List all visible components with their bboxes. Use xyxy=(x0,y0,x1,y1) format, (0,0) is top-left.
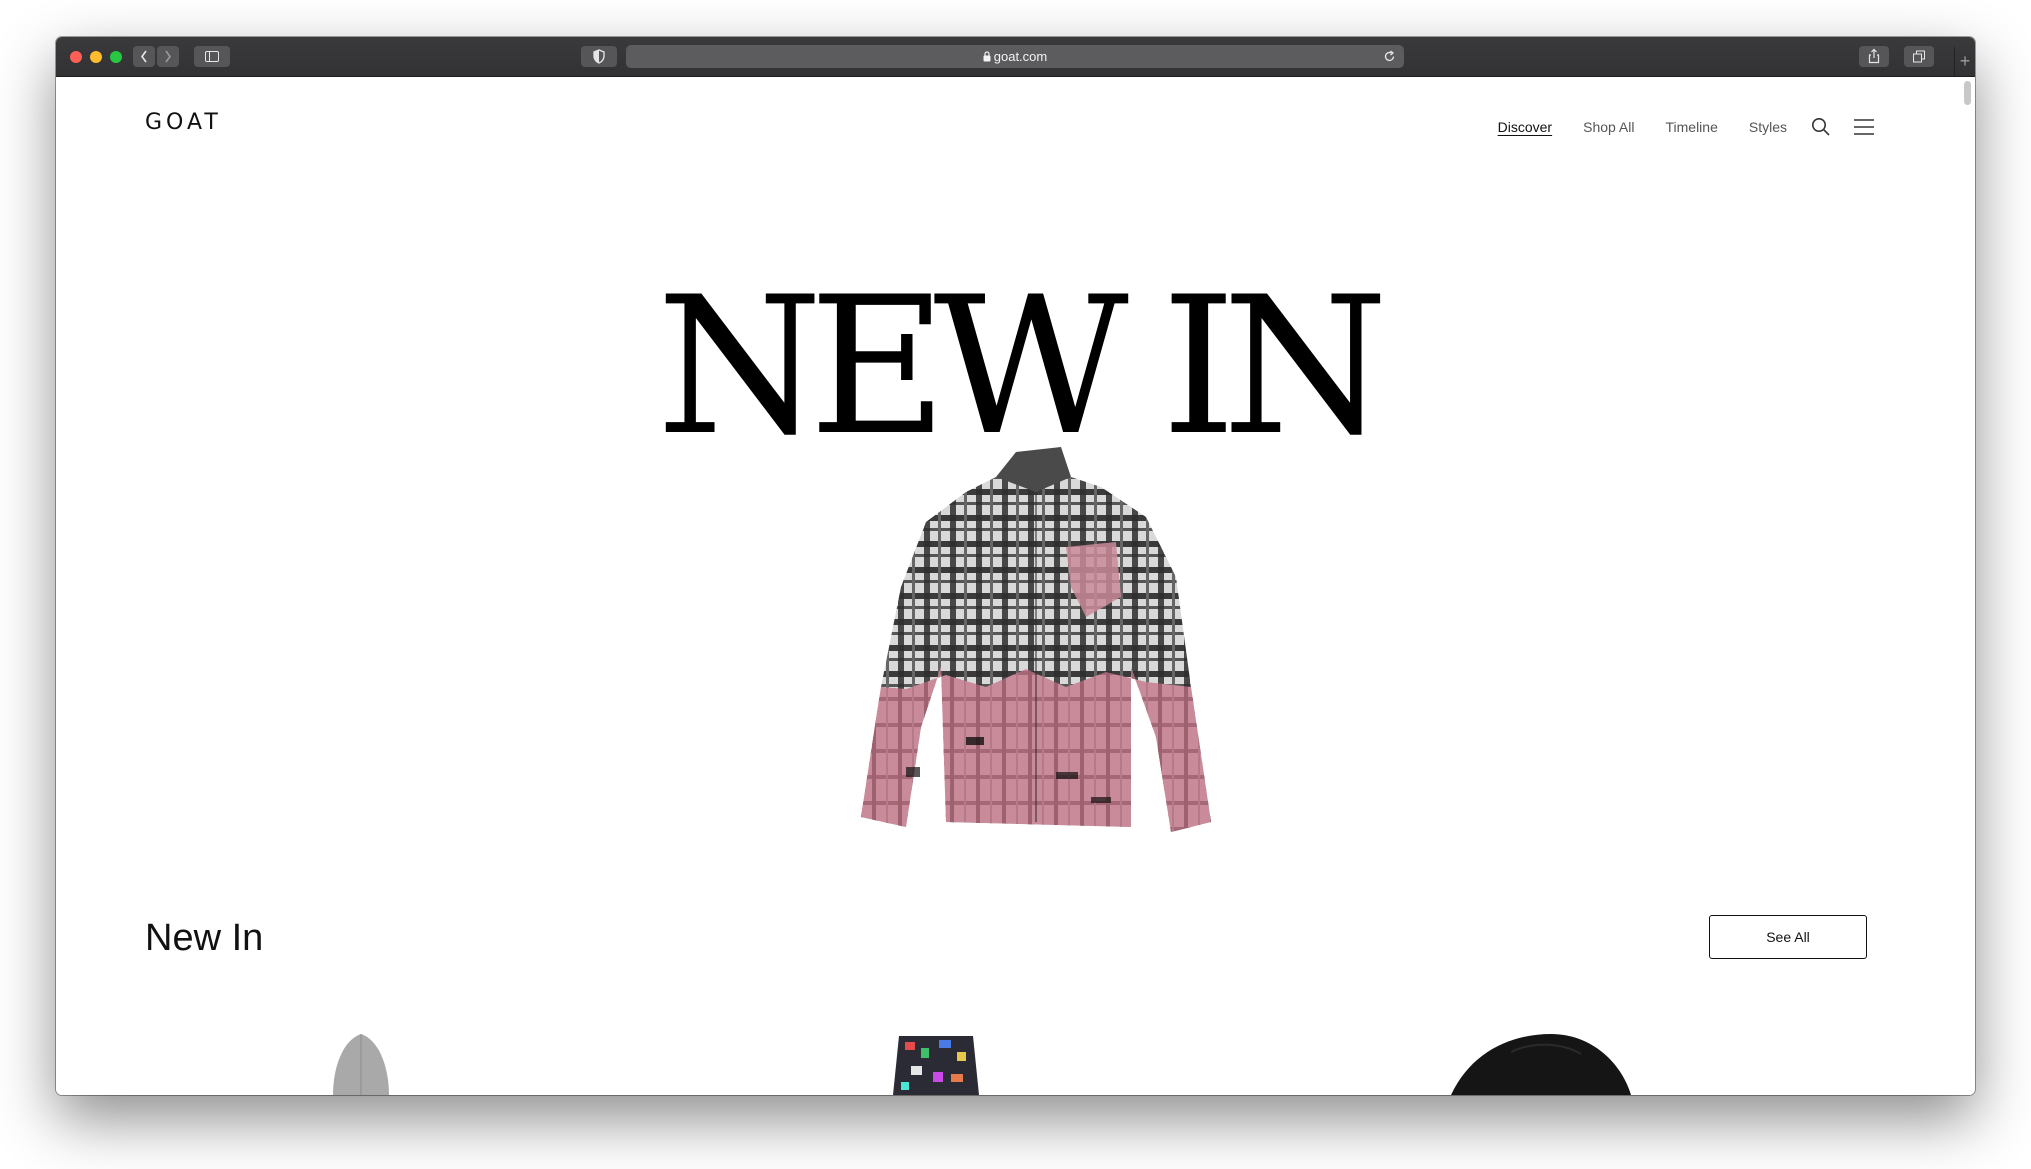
browser-window: goat.com + GOAT Discover Shop All Timeli… xyxy=(56,37,1975,1095)
search-icon xyxy=(1812,118,1830,136)
tabs-icon xyxy=(1913,50,1925,63)
new-tab-button[interactable]: + xyxy=(1954,47,1975,76)
chevron-right-icon xyxy=(165,50,171,63)
address-bar[interactable]: goat.com xyxy=(626,45,1404,68)
goat-logo[interactable]: GOAT xyxy=(145,110,222,135)
product-image-patterned-shorts[interactable] xyxy=(887,1034,985,1095)
nav-styles[interactable]: Styles xyxy=(1749,119,1787,135)
browser-toolbar: goat.com + xyxy=(56,37,1975,77)
lock-icon xyxy=(983,51,991,62)
share-icon xyxy=(1868,48,1880,64)
chevron-left-icon xyxy=(141,50,147,63)
main-nav: Discover Shop All Timeline Styles xyxy=(1467,115,1875,139)
plus-icon: + xyxy=(1959,51,1971,71)
page-viewport: GOAT Discover Shop All Timeline Styles N… xyxy=(56,77,1975,1095)
reload-icon[interactable] xyxy=(1383,50,1396,63)
nav-discover[interactable]: Discover xyxy=(1498,119,1552,135)
minimize-window-button[interactable] xyxy=(90,51,102,63)
privacy-report-button[interactable] xyxy=(581,46,617,67)
section-title: New In xyxy=(145,917,264,959)
sidebar-toggle-button[interactable] xyxy=(194,46,230,67)
shield-icon xyxy=(593,49,605,64)
see-all-button[interactable]: See All xyxy=(1709,915,1867,959)
sidebar-icon xyxy=(205,51,219,62)
hero-shirt-image[interactable] xyxy=(846,437,1226,847)
zoom-window-button[interactable] xyxy=(110,51,122,63)
hero-title: NEW IN xyxy=(656,256,1389,477)
product-image-black-cap[interactable] xyxy=(1451,1032,1631,1095)
share-button[interactable] xyxy=(1859,46,1889,67)
menu-icon xyxy=(1854,119,1874,135)
nav-timeline[interactable]: Timeline xyxy=(1665,119,1717,135)
menu-button[interactable] xyxy=(1853,117,1875,137)
nav-shop-all[interactable]: Shop All xyxy=(1583,119,1634,135)
scrollbar[interactable] xyxy=(1964,81,1971,105)
product-image-grey-beanie[interactable] xyxy=(331,1032,391,1095)
tab-overview-button[interactable] xyxy=(1904,46,1934,67)
url-text: goat.com xyxy=(993,49,1048,64)
forward-button[interactable] xyxy=(157,46,179,67)
close-window-button[interactable] xyxy=(70,51,82,63)
search-button[interactable] xyxy=(1811,117,1831,137)
back-button[interactable] xyxy=(133,46,155,67)
